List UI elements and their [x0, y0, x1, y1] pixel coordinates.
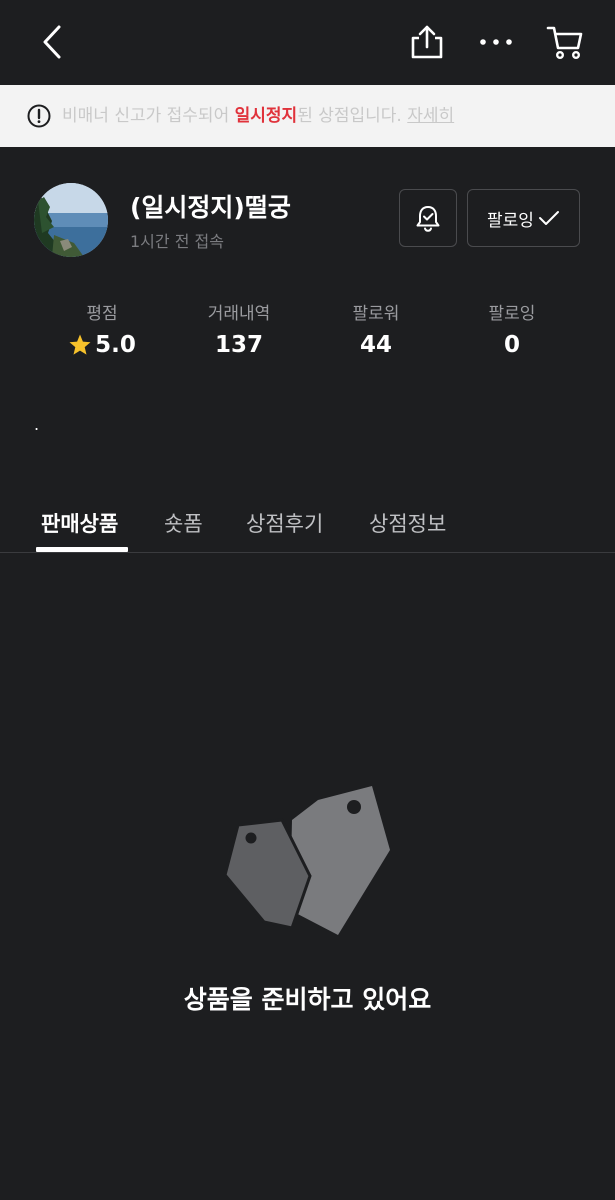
- tab-store-info[interactable]: 상점정보: [369, 508, 446, 538]
- cart-button[interactable]: [543, 18, 587, 66]
- stat-label: 평점: [86, 304, 118, 324]
- suspension-banner: 비매너 신고가 접수되어 일시정지된 상점입니다. 자세히: [0, 85, 615, 147]
- banner-suffix: 된 상점입니다.: [297, 106, 408, 126]
- tab-shortform[interactable]: 숏폼: [164, 508, 203, 538]
- banner-prefix: 비매너 신고가 접수되어: [62, 106, 235, 126]
- tab-products[interactable]: 판매상품: [41, 508, 118, 538]
- cart-icon: [546, 26, 583, 60]
- stat-rating[interactable]: 평점 5.0: [32, 300, 172, 358]
- stat-following[interactable]: 팔로잉 0: [442, 300, 582, 358]
- top-bar: [0, 0, 615, 85]
- following-button[interactable]: 팔로잉: [467, 189, 580, 247]
- bell-check-icon: [416, 206, 440, 232]
- share-button[interactable]: [405, 18, 449, 66]
- banner-text: 비매너 신고가 접수되어 일시정지된 상점입니다. 자세히: [62, 85, 454, 147]
- more-icon: [480, 39, 512, 45]
- stat-label: 팔로워: [352, 304, 400, 324]
- more-button[interactable]: [474, 18, 518, 66]
- stat-value: 5.0: [95, 332, 136, 358]
- stat-value: 137: [214, 332, 263, 358]
- star-icon: [69, 334, 91, 355]
- stat-value: 0: [503, 332, 520, 358]
- banner-highlight: 일시정지: [234, 106, 298, 126]
- banner-detail-link[interactable]: 자세히: [407, 106, 454, 126]
- store-description: .: [34, 415, 40, 434]
- warning-icon: [27, 104, 51, 128]
- share-icon: [411, 25, 443, 59]
- following-label: 팔로잉: [487, 210, 534, 231]
- back-icon: [43, 25, 61, 59]
- back-button[interactable]: [30, 18, 74, 66]
- check-icon: [538, 211, 559, 225]
- avatar[interactable]: [34, 183, 108, 257]
- tab-reviews[interactable]: 상점후기: [246, 508, 323, 538]
- stat-followers[interactable]: 팔로워 44: [306, 300, 446, 358]
- notification-button[interactable]: [399, 189, 457, 247]
- last-seen: 1시간 전 접속: [130, 232, 224, 251]
- stat-transactions[interactable]: 거래내역 137: [169, 300, 309, 358]
- active-tab-indicator: [36, 547, 128, 552]
- store-tabs: 판매상품 숏폼 상점후기 상점정보: [0, 500, 615, 553]
- price-tag-icon: [223, 786, 390, 935]
- avatar-image: [34, 183, 108, 257]
- stat-value: 44: [359, 332, 392, 358]
- stat-label: 팔로잉: [488, 304, 536, 324]
- store-name: (일시정지)떨궁: [130, 193, 291, 222]
- empty-state-message: 상품을 준비하고 있어요: [183, 985, 432, 1014]
- stat-label: 거래내역: [207, 304, 271, 324]
